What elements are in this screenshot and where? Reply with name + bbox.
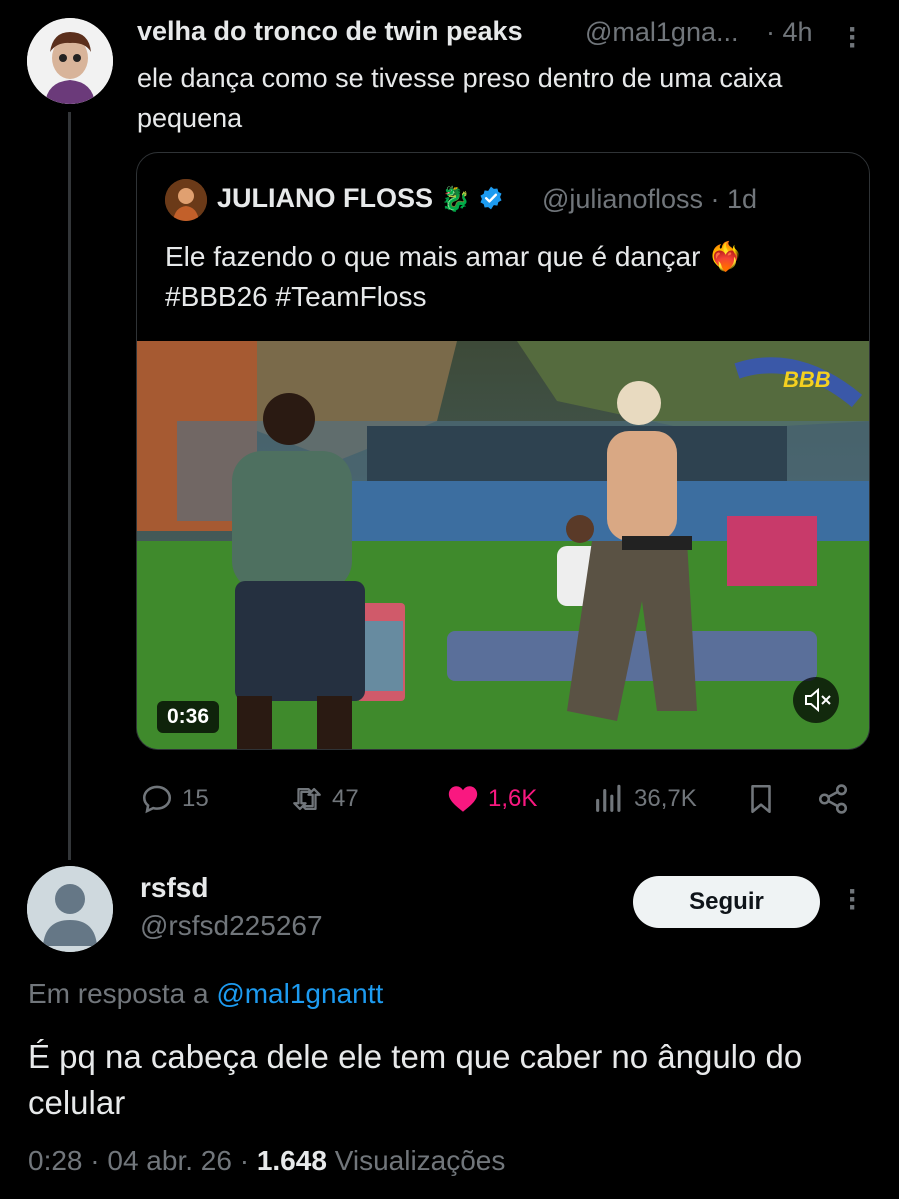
video-player[interactable]: BBB 0:36 [137, 341, 869, 749]
bookmark-button[interactable] [744, 782, 778, 816]
views-label: Visualizações [334, 1145, 506, 1176]
reply-mention-link[interactable]: @mal1gnantt [216, 978, 383, 1009]
mute-button[interactable] [793, 677, 839, 723]
author-handle[interactable]: @mal1gna... [585, 17, 738, 48]
avatar-velha[interactable] [27, 18, 113, 104]
thread-line [68, 112, 71, 860]
tweet-timestamp[interactable]: 0:28 · 04 abr. 26 · [28, 1145, 249, 1176]
view-count: 1.648 [256, 1145, 327, 1176]
more-icon[interactable]: · · · [848, 877, 858, 923]
quoted-author-handle[interactable]: @julianofloss · 1d [542, 184, 757, 215]
avatar-rsfsd[interactable] [27, 866, 113, 952]
repost-button[interactable]: 47 [290, 782, 359, 816]
follow-button[interactable]: Seguir [633, 876, 820, 928]
video-watermark: BBB [783, 367, 831, 392]
reply-button[interactable]: 15 [140, 782, 209, 816]
bookmark-icon [751, 784, 771, 814]
main-tweet-text: É pq na cabeça dele ele tem que caber no… [28, 1038, 803, 1121]
quoted-tweet-text: Ele fazendo o que mais amar que é dançar… [165, 241, 744, 312]
reply-icon [142, 785, 172, 814]
views-count: 36,7K [634, 785, 697, 812]
quoted-author-name[interactable]: JULIANO FLOSS 🐉 [217, 183, 504, 214]
tweet-time[interactable]: · 4h [766, 17, 813, 48]
tweet-text: ele dança como se tivesse preso dentro d… [137, 63, 783, 133]
verified-icon [480, 186, 502, 210]
reply-count: 15 [182, 785, 209, 812]
mute-icon [805, 687, 831, 713]
share-button[interactable] [816, 782, 850, 816]
quoted-tweet[interactable]: JULIANO FLOSS 🐉 @julianofloss · 1d Ele f… [136, 152, 870, 750]
repost-count: 47 [332, 785, 359, 812]
like-count: 1,6K [488, 785, 538, 812]
main-author-handle[interactable]: @rsfsd225267 [140, 910, 323, 942]
author-name[interactable]: velha do tronco de twin peaks [137, 16, 523, 47]
main-author-name[interactable]: rsfsd [140, 872, 208, 904]
like-button[interactable]: 1,6K [446, 782, 537, 816]
more-icon[interactable]: · · · [848, 15, 858, 61]
views-icon [596, 784, 621, 812]
dragon-emoji: 🐉 [440, 186, 471, 213]
video-duration: 0:36 [157, 701, 220, 733]
repost-icon [293, 787, 321, 811]
hashtags[interactable]: #BBB26 #TeamFloss [165, 281, 426, 312]
avatar-julianofloss[interactable] [165, 179, 207, 221]
heart-fire-emoji: ❤️‍🔥 [708, 241, 744, 272]
reply-prefix: Em resposta a [28, 978, 209, 1009]
heart-icon [448, 786, 478, 812]
tweet-meta: 0:28 · 04 abr. 26 · 1.648 Visualizações [28, 1145, 505, 1177]
share-icon [818, 784, 848, 814]
views-button[interactable]: 36,7K [592, 782, 697, 816]
reply-context: Em resposta a @mal1gnantt [28, 978, 383, 1010]
